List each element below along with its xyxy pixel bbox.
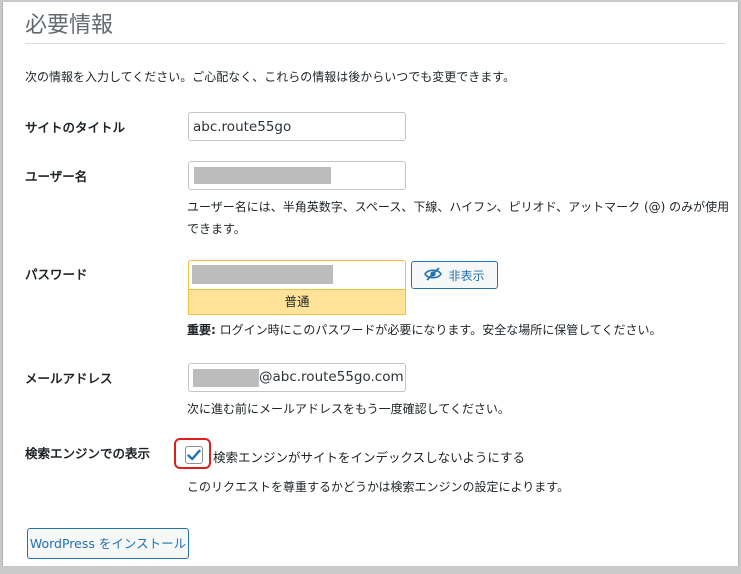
- username-description-line2: できます。: [187, 222, 246, 236]
- eye-slash-icon: [424, 266, 443, 284]
- username-description: ユーザー名には、半角英数字、スペース、下線、ハイフン、ピリオド、アットマーク (…: [187, 196, 729, 240]
- password-note: 重要: ログイン時にこのパスワードが必要になります。安全な場所に保管してください…: [187, 319, 661, 341]
- search-engine-label: 検索エンジンでの表示: [25, 446, 151, 461]
- username-label: ユーザー名: [25, 169, 88, 184]
- site-title-input[interactable]: [188, 112, 406, 141]
- password-label: パスワード: [25, 267, 88, 282]
- hide-password-label: 非表示: [448, 268, 485, 283]
- username-description-line1: ユーザー名には、半角英数字、スペース、下線、ハイフン、ピリオド、アットマーク (…: [187, 200, 730, 214]
- password-note-prefix: 重要:: [187, 323, 216, 337]
- page-heading: 必要情報: [25, 13, 114, 38]
- redacted-password: [192, 265, 333, 284]
- email-label: メールアドレス: [25, 371, 113, 386]
- install-wordpress-button[interactable]: WordPress をインストール: [27, 528, 189, 559]
- intro-text: 次の情報を入力してください。ご心配なく、これらの情報は後からいつでも変更できます…: [25, 70, 516, 84]
- search-engine-description: このリクエストを尊重するかどうかは検索エンジンの設定によります。: [187, 480, 570, 494]
- email-input[interactable]: @abc.route55go.com: [188, 363, 406, 392]
- discourage-search-label[interactable]: 検索エンジンがサイトをインデックスしないようにする: [213, 447, 525, 466]
- password-input[interactable]: [188, 260, 406, 289]
- install-form-panel: 必要情報 次の情報を入力してください。ご心配なく、これらの情報は後からいつでも変…: [2, 2, 739, 572]
- site-title-label: サイトのタイトル: [25, 120, 126, 135]
- bottom-border: [2, 566, 739, 572]
- discourage-search-checkbox[interactable]: [185, 446, 203, 464]
- username-input[interactable]: [188, 161, 406, 190]
- redacted-email-local: [193, 369, 259, 387]
- hide-password-button[interactable]: 非表示: [411, 261, 498, 289]
- checkmark-icon: [187, 446, 201, 465]
- email-description: 次に進む前にメールアドレスをもう一度確認してください。: [187, 402, 510, 416]
- redacted-username: [194, 167, 331, 184]
- heading-divider: [25, 43, 725, 44]
- password-note-text: ログイン時にこのパスワードが必要になります。安全な場所に保管してください。: [215, 323, 662, 337]
- password-strength-meter: 普通: [188, 289, 406, 315]
- email-domain-text: @abc.route55go.com: [259, 369, 404, 385]
